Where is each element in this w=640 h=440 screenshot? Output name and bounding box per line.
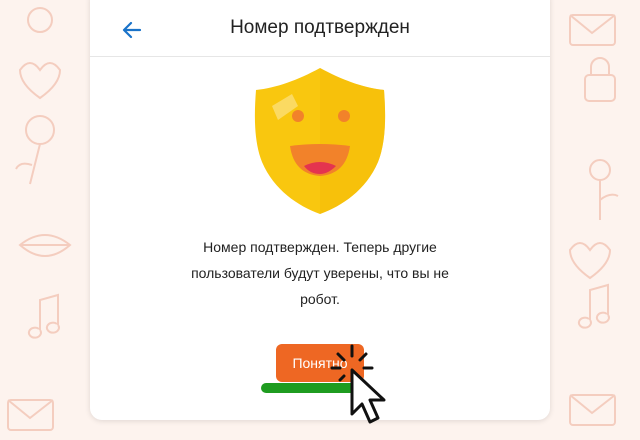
envelope-doodle-icon <box>7 399 54 431</box>
note-doodle-icon <box>27 293 60 339</box>
page-title: Номер подтвержден <box>230 17 410 38</box>
lock-doodle-icon <box>584 57 616 102</box>
rose-doodle-icon <box>15 115 55 185</box>
note-doodle-icon <box>577 283 610 329</box>
card-header: Номер подтвержден <box>90 0 550 57</box>
flower-doodle-icon <box>589 159 619 220</box>
heart-doodle-icon <box>568 242 612 280</box>
mouse-pointer-icon <box>330 344 386 424</box>
rose-doodle-icon <box>27 7 53 33</box>
confirmation-card: Номер подтвержден Номер подтвержден. Теп… <box>90 0 550 420</box>
confirmation-message: Номер подтвержден. Теперь другие пользов… <box>191 239 449 307</box>
envelope-doodle-icon <box>569 394 616 426</box>
lips-doodle-icon <box>18 234 72 257</box>
heart-doodle-icon <box>18 62 62 100</box>
envelope-doodle-icon <box>569 14 616 46</box>
smiling-shield-icon <box>254 68 386 214</box>
